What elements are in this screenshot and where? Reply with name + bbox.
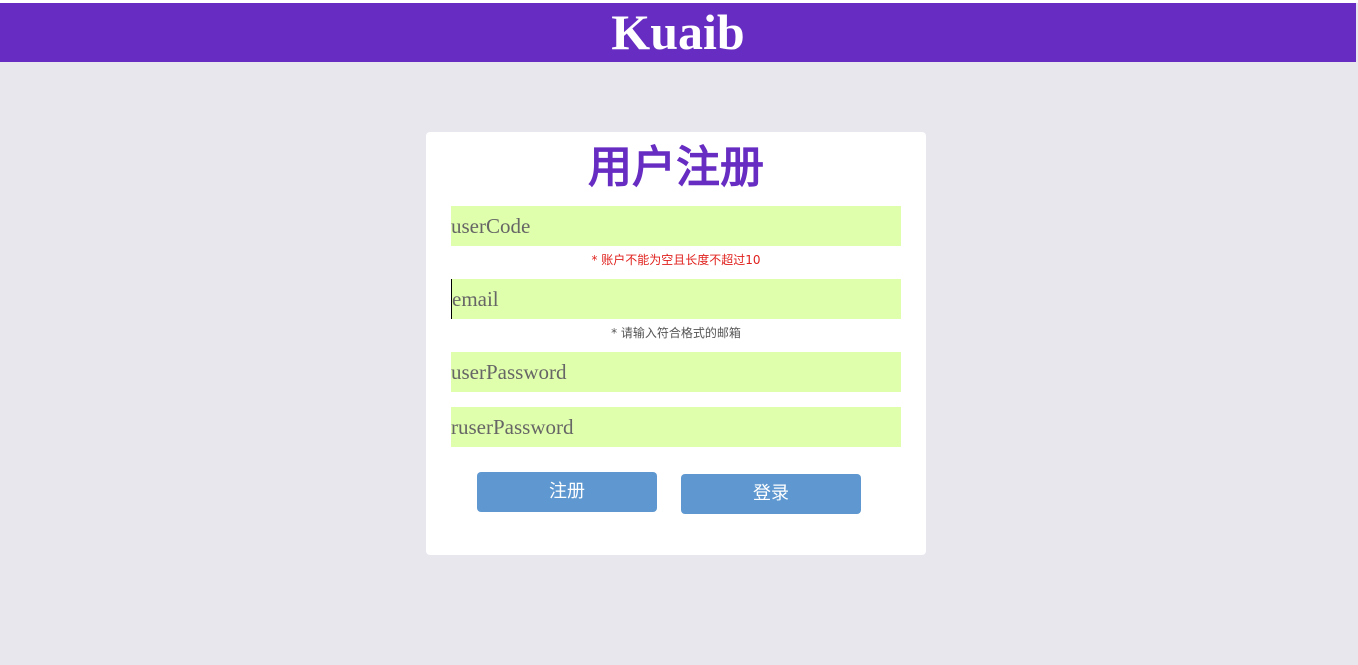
page-title: 用户注册 — [588, 142, 764, 193]
user-code-input[interactable] — [451, 206, 901, 246]
login-button[interactable]: 登录 — [681, 474, 861, 514]
user-password-input[interactable] — [451, 352, 901, 392]
confirm-password-input[interactable] — [451, 407, 901, 447]
email-hint: * 请输入符合格式的邮箱 — [611, 326, 741, 340]
app-header: Kuaib — [0, 3, 1356, 62]
user-code-hint: * 账户不能为空且长度不超过10 — [591, 253, 761, 267]
email-input[interactable] — [451, 279, 901, 319]
brand-title: Kuaib — [611, 4, 745, 60]
register-button[interactable]: 注册 — [477, 472, 657, 512]
register-card: 用户注册 * 账户不能为空且长度不超过10 * 请输入符合格式的邮箱 注册 登录 — [426, 132, 926, 555]
